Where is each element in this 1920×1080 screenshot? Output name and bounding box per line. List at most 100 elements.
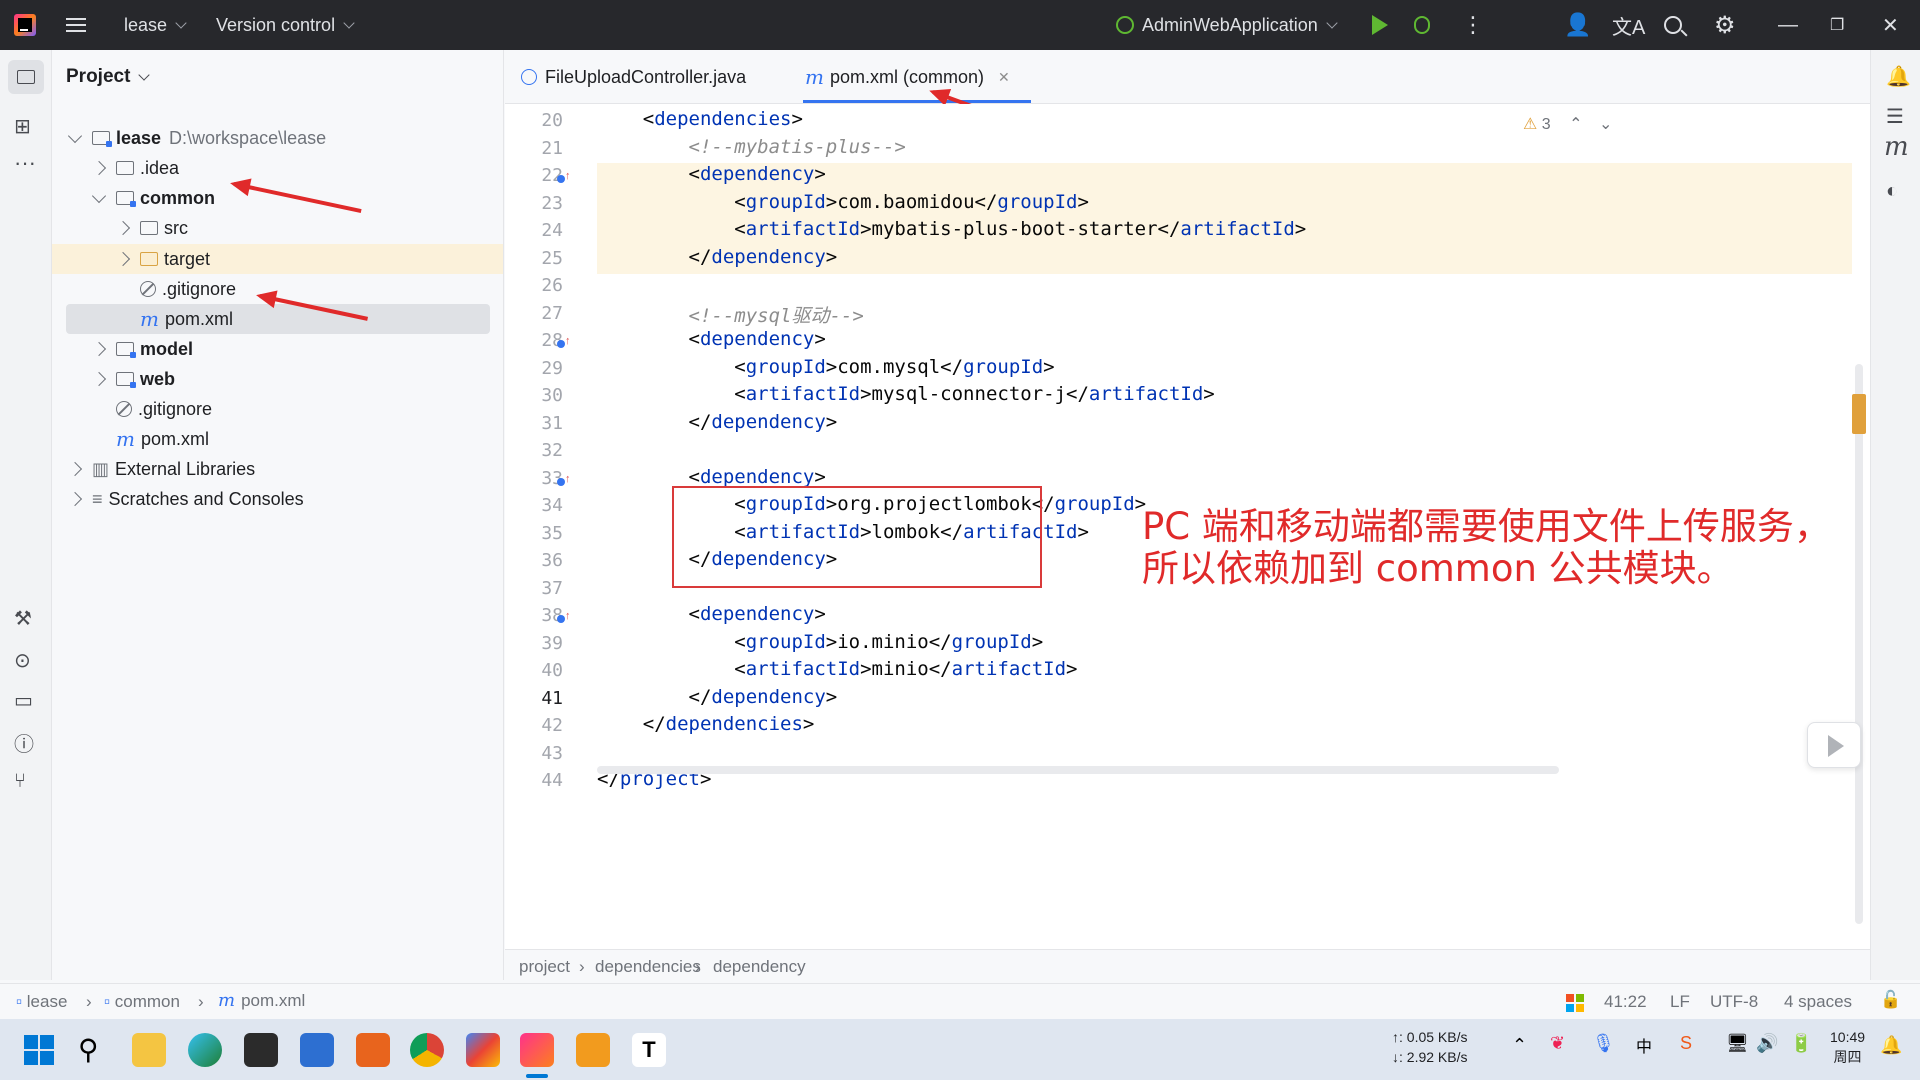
breadcrumb-dependencies[interactable]: dependencies — [595, 957, 701, 977]
tree-item-model[interactable]: model — [91, 335, 193, 363]
tree-item-lease[interactable]: lease D:\workspace\lease — [67, 124, 326, 152]
problems-tool-button[interactable]: ⓘ — [14, 728, 34, 757]
run-button[interactable] — [1372, 0, 1388, 50]
tree-item-scratches[interactable]: ≡ Scratches and Consoles — [67, 485, 304, 513]
tree-item-root-gitignore[interactable]: .gitignore — [116, 395, 212, 423]
play-overlay-button[interactable] — [1807, 722, 1861, 768]
taskbar-search[interactable]: ⚲ — [78, 1033, 112, 1067]
status-path-lease[interactable]: ▫ lease — [16, 992, 67, 1012]
tree-item-target[interactable]: target — [115, 245, 210, 273]
tray-network[interactable]: 🖥 — [1726, 1033, 1749, 1054]
notifications-button[interactable]: 🔔 — [1886, 64, 1911, 89]
maven-dependency-gutter-icon[interactable]: ↑ — [557, 610, 575, 624]
tree-item-root-pom[interactable]: m pom.xml — [116, 425, 209, 453]
debug-button[interactable] — [1414, 0, 1430, 50]
code-line[interactable]: <!--mybatis-plus--> — [597, 136, 906, 158]
search-button[interactable] — [1664, 0, 1688, 50]
close-window-button[interactable]: ✕ — [1882, 0, 1899, 50]
code-line[interactable]: <dependencies> — [597, 108, 803, 130]
tray-overflow[interactable]: ⌃ — [1512, 1035, 1527, 1056]
code-line[interactable]: </dependency> — [597, 246, 838, 268]
tray-volume[interactable]: 🔊 — [1756, 1033, 1778, 1054]
sublime-button[interactable] — [576, 1033, 610, 1067]
tab-pom-common[interactable]: m pom.xml (common) ✕ — [805, 50, 1010, 104]
code-line[interactable]: <groupId>com.mysql</groupId> — [597, 356, 1054, 378]
tree-item-common[interactable]: common — [91, 184, 215, 212]
chrome-button[interactable] — [410, 1033, 444, 1067]
code-line[interactable]: <dependency> — [597, 328, 826, 350]
terminal-button[interactable] — [244, 1033, 278, 1067]
maven-dependency-gutter-icon[interactable]: ↑ — [557, 170, 575, 184]
caret-position[interactable]: 41:22 — [1604, 992, 1647, 1012]
code-line[interactable]: <artifactId>minio</artifactId> — [597, 658, 1077, 680]
run-config-selector[interactable]: AdminWebApplication — [1116, 0, 1338, 50]
code-line[interactable]: </dependencies> — [597, 713, 815, 735]
app-button[interactable] — [466, 1033, 500, 1067]
project-panel-header[interactable]: Project — [66, 66, 151, 88]
translate-button[interactable]: 文A — [1612, 0, 1645, 50]
store-button[interactable] — [300, 1033, 334, 1067]
chevron-up-icon[interactable]: ⌃ — [1569, 116, 1582, 133]
more-tools-button[interactable]: ··· — [14, 150, 36, 176]
maven-tool-button[interactable]: m — [1884, 132, 1915, 162]
ai-assistant-button[interactable]: ◐ — [1886, 180, 1898, 203]
tree-item-web[interactable]: web — [91, 365, 175, 393]
structure-tool-button[interactable]: ⊞ — [14, 114, 31, 139]
code-line[interactable]: <dependency> — [597, 163, 826, 185]
tree-item-src[interactable]: src — [115, 214, 188, 242]
line-separator[interactable]: LF — [1670, 992, 1690, 1012]
tray-app[interactable]: ❦ — [1550, 1033, 1565, 1054]
code-line[interactable]: <groupId>io.minio</groupId> — [597, 631, 1043, 653]
code-editor[interactable]: 20 21 22 ↑ 23 24 25 26 27 28 ↑ 29 30 31 32 33 ↑ 34 35 36 37 3… — [505, 104, 1870, 949]
tray-ime[interactable]: 中 — [1636, 1033, 1652, 1057]
vcs-menu[interactable]: Version control — [216, 0, 355, 50]
tree-item-external-libraries[interactable]: ▥ External Libraries — [67, 455, 255, 483]
tree-item-gitignore[interactable]: .gitignore — [140, 275, 236, 303]
indent-setting[interactable]: 4 spaces — [1784, 992, 1852, 1012]
main-menu-icon[interactable] — [66, 0, 86, 50]
project-switcher[interactable]: lease — [124, 0, 187, 50]
maven-dependency-gutter-icon[interactable]: ↑ — [557, 473, 575, 487]
code-line[interactable]: <artifactId>mybatis-plus-boot-starter</a… — [597, 218, 1306, 240]
more-actions-button[interactable]: ⋮ — [1462, 0, 1484, 50]
maximize-button[interactable]: ❐ — [1830, 0, 1844, 50]
status-path-pom[interactable]: m pom.xml — [218, 990, 305, 1011]
edge-button[interactable] — [188, 1033, 222, 1067]
tray-battery[interactable]: 🔋 — [1790, 1033, 1812, 1054]
code-line[interactable]: <groupId>com.baomidou</groupId> — [597, 191, 1089, 213]
project-tool-button[interactable] — [8, 60, 44, 94]
minimize-button[interactable]: — — [1778, 0, 1798, 50]
maven-dependency-gutter-icon[interactable]: ↑ — [557, 335, 575, 349]
start-button[interactable] — [22, 1033, 56, 1067]
app-logo-icon[interactable] — [14, 0, 36, 50]
ubuntu-button[interactable] — [356, 1033, 390, 1067]
breadcrumb-dependency[interactable]: dependency — [713, 957, 806, 977]
tree-item-common-pom[interactable]: m pom.xml — [140, 305, 233, 333]
intellij-button[interactable] — [520, 1033, 554, 1067]
notification-center[interactable]: 🔔 — [1880, 1035, 1902, 1056]
readonly-toggle[interactable]: 🔓 — [1880, 990, 1901, 1010]
code-line[interactable]: <artifactId>mysql-connector-j</artifactI… — [597, 383, 1214, 405]
horizontal-scrollbar[interactable] — [597, 766, 1559, 774]
git-tool-button[interactable]: ⑂ — [14, 770, 26, 793]
file-explorer-button[interactable] — [132, 1033, 166, 1067]
add-user-button[interactable]: 👤 — [1564, 0, 1591, 50]
code-line[interactable]: </dependency> — [597, 686, 838, 708]
tray-mic[interactable]: 🎙 — [1592, 1033, 1615, 1054]
breadcrumb-project[interactable]: project — [519, 957, 570, 977]
services-tool-button[interactable]: ⊙ — [14, 648, 31, 673]
tray-sogou[interactable]: S — [1680, 1033, 1692, 1054]
code-line[interactable]: <!--mysql驱动--> — [597, 301, 864, 328]
typora-button[interactable]: T — [632, 1033, 666, 1067]
status-path-common[interactable]: ▫ common — [104, 992, 180, 1012]
tree-item-idea[interactable]: .idea — [91, 154, 179, 182]
code-line[interactable]: <dependency> — [597, 466, 826, 488]
file-encoding[interactable]: UTF-8 — [1710, 992, 1758, 1012]
close-tab-icon[interactable]: ✕ — [998, 69, 1010, 86]
database-button[interactable]: ☰ — [1886, 104, 1904, 129]
build-tool-button[interactable]: ⚒ — [14, 606, 32, 631]
terminal-tool-button[interactable]: ▭ — [14, 688, 33, 713]
inspection-widget[interactable]: ⚠ 3 ⌃ ⌄ — [1523, 114, 1612, 134]
vertical-scrollbar[interactable] — [1855, 364, 1863, 924]
tab-file-upload-controller[interactable]: FileUploadController.java — [521, 50, 746, 104]
